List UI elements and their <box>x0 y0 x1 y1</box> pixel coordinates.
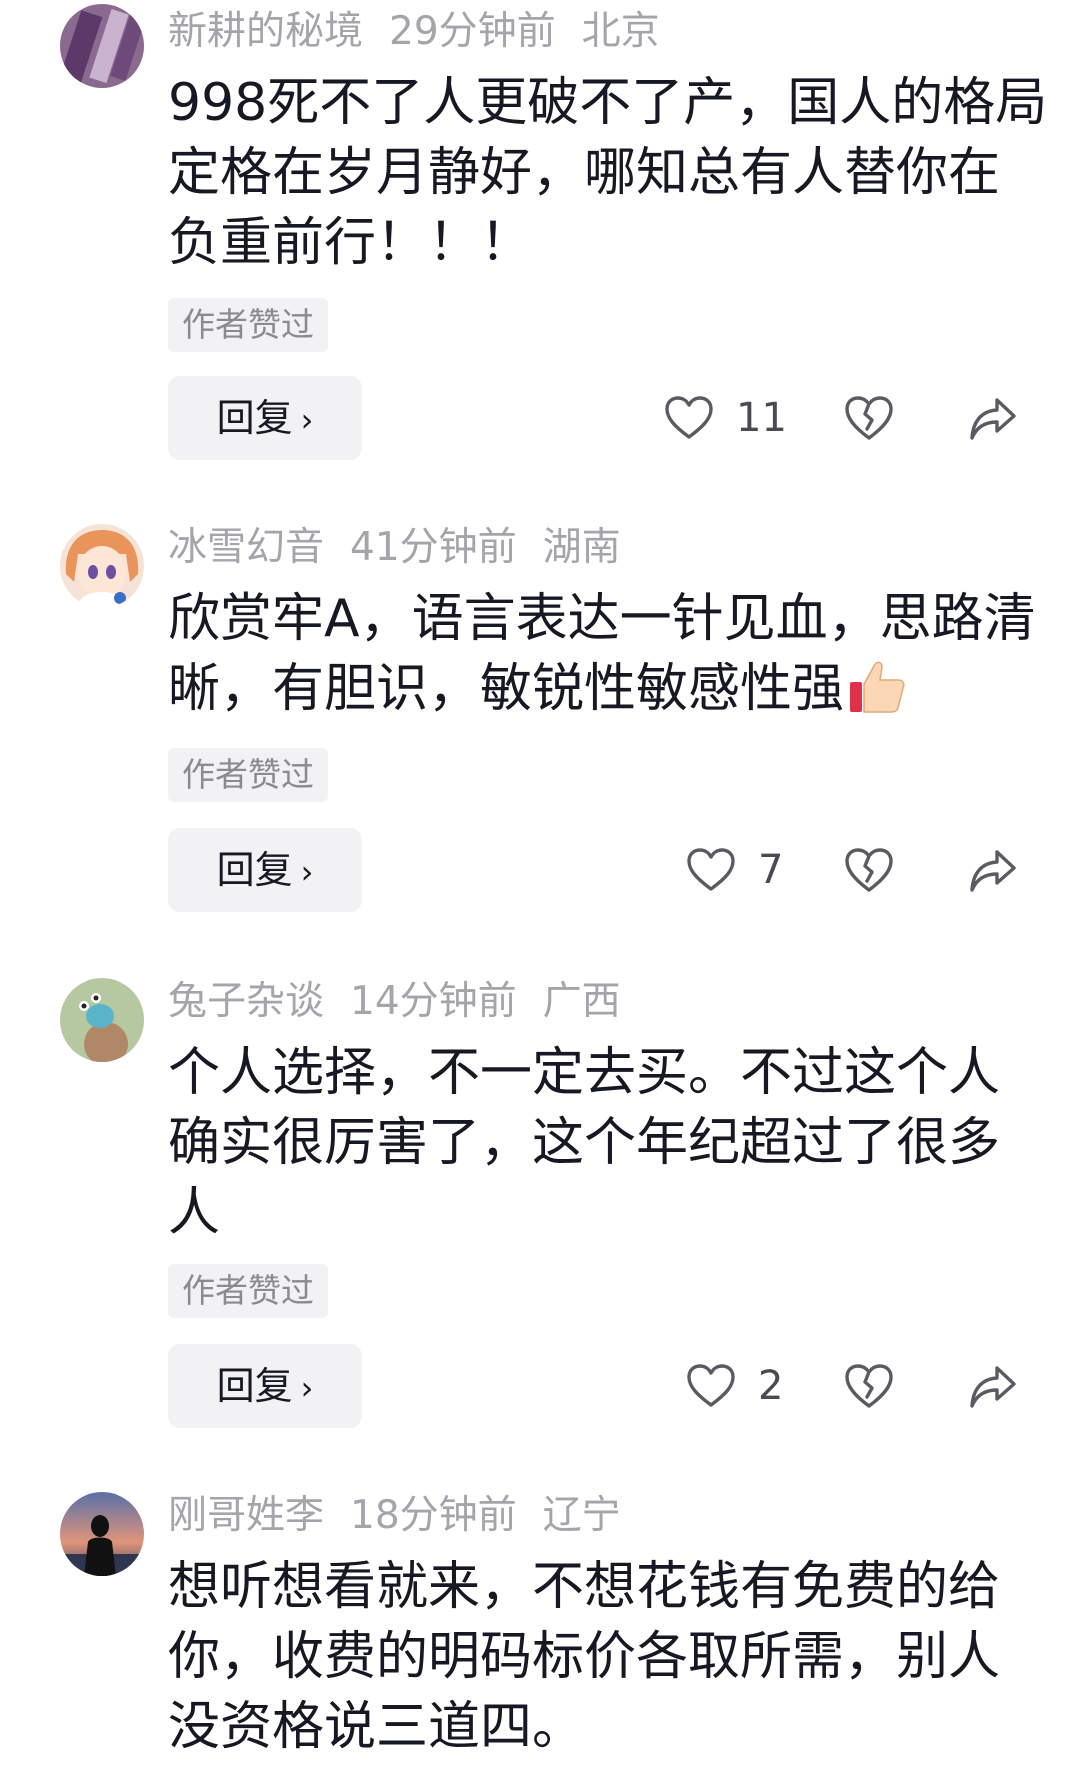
comment-text: 998死不了人更破不了产，国人的格局定格在岁月静好，哪知总有人替你在负重前行！！… <box>168 73 1048 273</box>
broken-heart-icon[interactable] <box>844 1362 894 1410</box>
timestamp: 29分钟前 <box>389 9 556 54</box>
avatar[interactable] <box>60 524 144 608</box>
comment-meta: 冰雪幻音 41分钟前 湖南 <box>168 516 647 580</box>
like-button[interactable]: 11 <box>664 376 792 460</box>
heart-outline-icon <box>665 396 713 439</box>
heart-outline-icon <box>687 848 735 891</box>
share-arrow-icon[interactable] <box>968 396 1018 442</box>
avatar-image <box>60 524 144 608</box>
broken-heart-icon[interactable] <box>844 846 894 894</box>
username[interactable]: 冰雪幻音 <box>168 525 324 570</box>
like-count: 11 <box>736 395 787 441</box>
username[interactable]: 刚哥姓李 <box>168 1493 324 1538</box>
location: 北京 <box>581 9 660 54</box>
like-count: 7 <box>758 847 784 893</box>
avatar[interactable] <box>60 4 144 88</box>
avatar-image <box>60 978 144 1062</box>
like-button[interactable]: 7 <box>686 828 792 912</box>
comment-actions: 7 <box>0 828 1080 912</box>
username[interactable]: 兔子杂谈 <box>168 979 324 1024</box>
author-liked-badge: 作者赞过 <box>168 298 328 352</box>
timestamp: 18分钟前 <box>350 1493 517 1538</box>
username[interactable]: 新耕的秘境 <box>168 9 363 54</box>
like-button[interactable]: 2 <box>686 1344 792 1428</box>
avatar-image <box>60 1492 144 1576</box>
share-arrow-icon[interactable] <box>968 1364 1018 1410</box>
avatar-image <box>60 4 144 88</box>
timestamp: 14分钟前 <box>350 979 517 1024</box>
avatar[interactable] <box>60 978 144 1062</box>
author-liked-badge: 作者赞过 <box>168 748 328 802</box>
location: 辽宁 <box>542 1493 621 1538</box>
comment-text: 个人选择，不一定去买。不过这个人确实很厉害了，这个年纪超过了很多人 <box>168 1043 1001 1243</box>
avatar[interactable] <box>60 1492 144 1576</box>
comment-text: 欣赏牢A，语言表达一针见血，思路清晰，有胆识，敏锐性敏感性强 <box>168 584 1048 732</box>
comment-actions: 11 <box>0 376 1080 460</box>
thumbs-up-emoji <box>848 658 906 732</box>
comment-meta: 刚哥姓李 18分钟前 辽宁 <box>168 1484 647 1548</box>
location: 广西 <box>542 979 621 1024</box>
comment-text: 想听想看就来，不想花钱有免费的给你，收费的明码标价各取所需，别人没资格说三道四。 <box>168 1557 1001 1757</box>
heart-outline-icon <box>687 1364 735 1407</box>
comment-meta: 兔子杂谈 14分钟前 广西 <box>168 970 647 1034</box>
broken-heart-icon[interactable] <box>844 394 894 442</box>
comment-meta: 新耕的秘境 29分钟前 北京 <box>168 0 686 64</box>
timestamp: 41分钟前 <box>350 525 517 570</box>
location: 湖南 <box>542 525 621 570</box>
share-arrow-icon[interactable] <box>968 848 1018 894</box>
author-liked-badge: 作者赞过 <box>168 1264 328 1318</box>
comment-actions: 2 <box>0 1344 1080 1428</box>
like-count: 2 <box>758 1363 784 1409</box>
